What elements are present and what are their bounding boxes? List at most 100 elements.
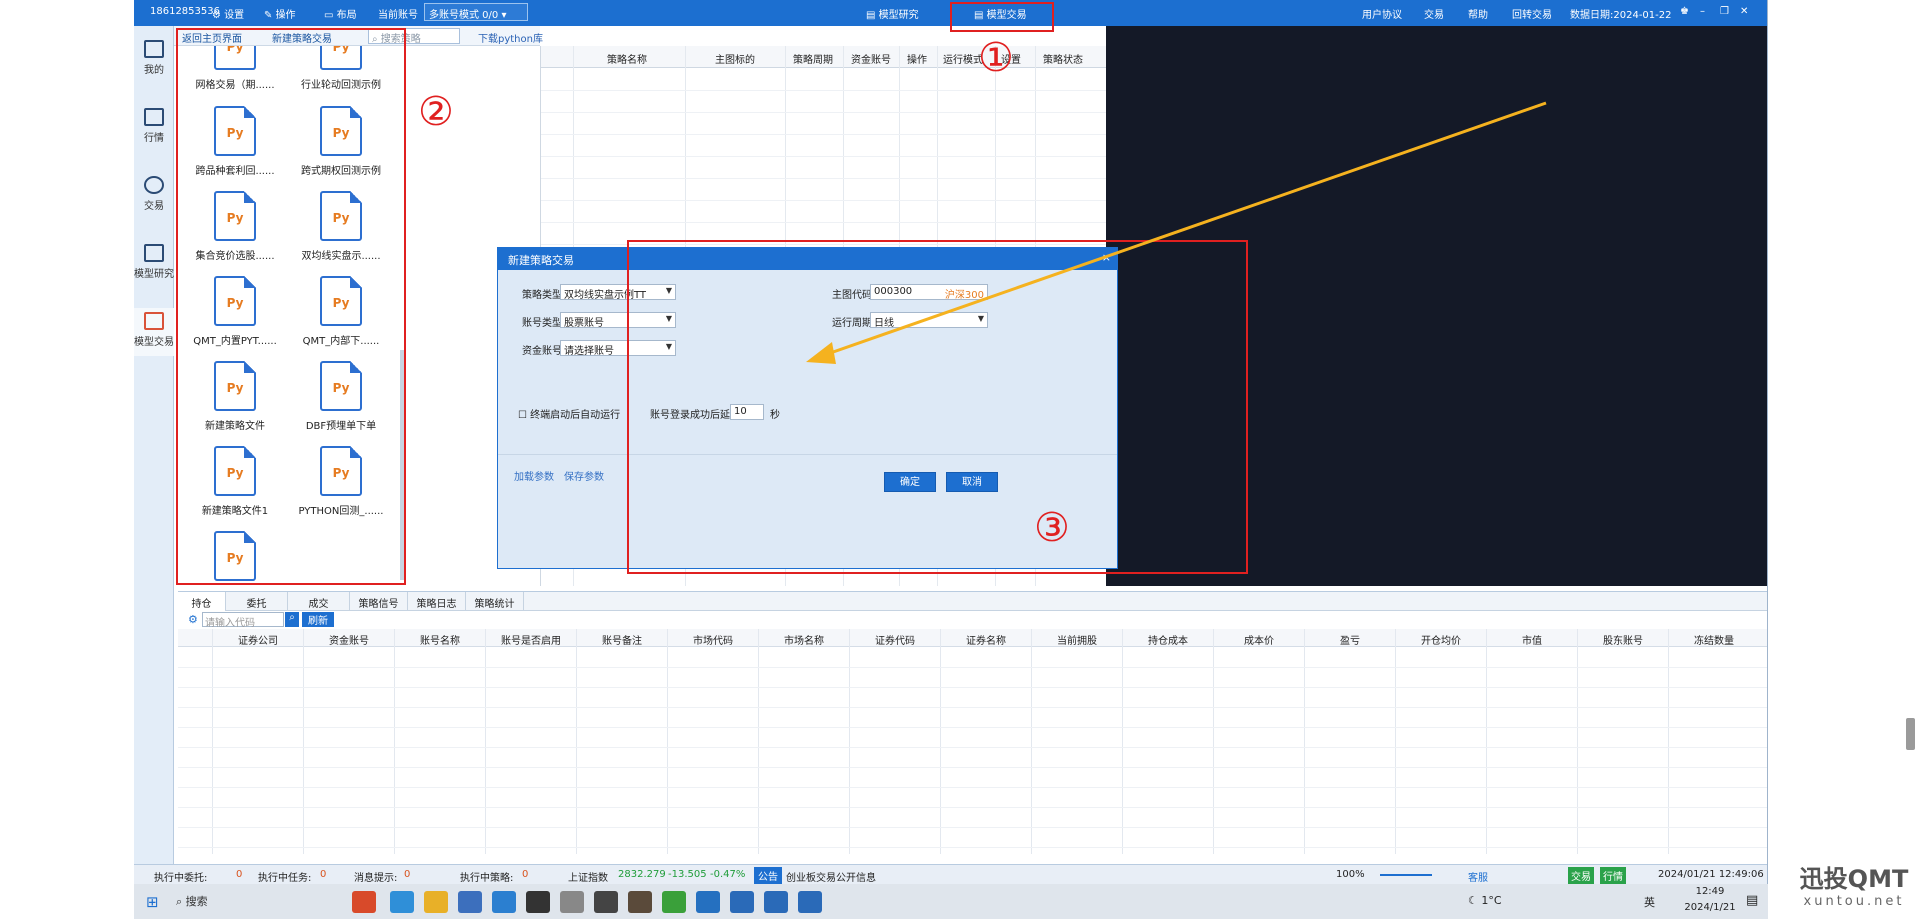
gear-icon[interactable]: ⚙: [188, 613, 198, 626]
msg-label: 消息提示:: [354, 873, 398, 884]
nav-item-research[interactable]: 模型研究: [134, 244, 174, 280]
account-mode-select[interactable]: 多账号模式 0/0 ▾: [424, 3, 528, 21]
delay-input[interactable]: 10: [730, 404, 764, 420]
strategy-type-label: 策略类型: [522, 290, 562, 301]
skin-icon[interactable]: ♚: [1680, 6, 1689, 17]
vscode-icon[interactable]: [696, 891, 720, 913]
strategy-file[interactable]: Py 行业轮动回测示例: [290, 46, 392, 91]
model-research-tab[interactable]: ▤ 模型研究: [866, 6, 919, 21]
file-list-scrollbar[interactable]: [400, 350, 404, 580]
refresh-button[interactable]: 刷新: [302, 612, 334, 627]
app-icon[interactable]: [628, 891, 652, 913]
notification-icon[interactable]: ▤: [1746, 893, 1758, 908]
autorun-checkbox[interactable]: ☐ 终端启动后自动运行: [518, 406, 620, 421]
strategy-file[interactable]: Py QMT_内置PYT......: [184, 276, 286, 347]
chevron-down-icon: ▼: [665, 342, 672, 351]
zoom-level[interactable]: 100%: [1336, 869, 1365, 880]
edge-icon[interactable]: [390, 891, 414, 913]
help-menu[interactable]: 帮助: [1468, 6, 1488, 21]
strategy-file[interactable]: Py 集合竞价选股......: [184, 191, 286, 262]
store-icon[interactable]: [458, 891, 482, 913]
settings-icon[interactable]: [594, 891, 618, 913]
account-type-select[interactable]: 股票账号 ▼: [560, 312, 676, 328]
strategy-type-select[interactable]: 双均线实盘示例TT ▼: [560, 284, 676, 300]
strategy-file[interactable]: Py: [184, 531, 286, 586]
layout-button[interactable]: ▭ 布局: [324, 6, 357, 21]
back-home-link[interactable]: 返回主页界面: [182, 30, 242, 45]
trade-badge[interactable]: 交易: [1568, 867, 1594, 884]
quote-badge[interactable]: 行情: [1600, 867, 1626, 884]
chevron-down-icon: ▼: [665, 286, 672, 295]
app-icon[interactable]: [352, 891, 376, 913]
app-icon[interactable]: [560, 891, 584, 913]
minimize-icon[interactable]: –: [1700, 6, 1705, 17]
download-python-link[interactable]: 下载python库: [478, 30, 543, 45]
nav-item-quotes[interactable]: 行情: [134, 108, 174, 144]
grid-row-line: [541, 178, 1107, 179]
strategy-file[interactable]: Py 跨品种套利回......: [184, 106, 286, 177]
tab-positions[interactable]: 持仓: [178, 592, 226, 611]
notice-text[interactable]: 创业板交易公开信息: [786, 869, 876, 884]
file-name: 网格交易（期......: [195, 80, 275, 91]
back-trade-menu[interactable]: 回转交易: [1512, 6, 1552, 21]
exec-strat-value: 0: [522, 869, 529, 880]
notice-badge: 公告: [754, 867, 782, 884]
windows-start-icon[interactable]: ⊞: [146, 893, 159, 911]
model-trading-tab[interactable]: ▤ 模型交易: [974, 6, 1027, 21]
nav-item-trade[interactable]: 交易: [134, 176, 174, 212]
cancel-button[interactable]: 取消: [946, 472, 998, 492]
wechat-icon[interactable]: [662, 891, 686, 913]
strategy-file[interactable]: Py QMT_内部下......: [290, 276, 392, 347]
col-header: 冻结数量: [1694, 636, 1734, 647]
tab-signals[interactable]: 策略信号: [350, 592, 408, 611]
main-code-name: 沪深300: [944, 290, 984, 300]
taskbar-search[interactable]: ⌕ 搜索: [176, 893, 346, 913]
ime-indicator[interactable]: 英: [1644, 894, 1655, 910]
col-header: 策略周期: [793, 55, 833, 66]
strategy-file[interactable]: Py 新建策略文件1: [184, 446, 286, 517]
index-change: -13.505: [668, 869, 707, 880]
qmt-icon[interactable]: [764, 891, 788, 913]
archive-icon[interactable]: [526, 891, 550, 913]
search-icon[interactable]: ⌕: [285, 612, 299, 627]
new-strategy-link[interactable]: 新建策略交易: [272, 30, 332, 45]
strategy-search-input[interactable]: ⌕ 搜索策略: [368, 28, 460, 45]
fund-account-select[interactable]: 请选择账号 ▼: [560, 340, 676, 356]
close-icon[interactable]: ✕: [1740, 6, 1748, 17]
settings-button[interactable]: ⚙ 设置: [212, 6, 244, 21]
period-select[interactable]: 日线 ▼: [870, 312, 988, 328]
service-link[interactable]: 客服: [1468, 869, 1488, 884]
qmt-icon[interactable]: [798, 891, 822, 913]
grid-row-line: [178, 667, 1767, 668]
strategy-file[interactable]: Py DBF预埋单下单: [290, 361, 392, 432]
trade-menu[interactable]: 交易: [1424, 6, 1444, 21]
strategy-file[interactable]: Py 网格交易（期......: [184, 46, 286, 91]
mail-icon[interactable]: [492, 891, 516, 913]
strategy-file[interactable]: Py 跨式期权回测示例: [290, 106, 392, 177]
strategy-file[interactable]: Py PYTHON回测_......: [290, 446, 392, 517]
qmt-icon[interactable]: [730, 891, 754, 913]
restore-icon[interactable]: ❐: [1720, 6, 1729, 17]
tab-stats[interactable]: 策略统计: [466, 592, 524, 611]
user-agreement-link[interactable]: 用户协议: [1362, 6, 1402, 21]
strategy-file[interactable]: Py 双均线实盘示......: [290, 191, 392, 262]
nav-item-model-trade[interactable]: 模型交易: [134, 308, 174, 356]
tab-log[interactable]: 策略日志: [408, 592, 466, 611]
code-input[interactable]: 请输入代码: [202, 612, 284, 629]
nav-item-mine[interactable]: 我的: [134, 40, 174, 76]
weather[interactable]: ☾ 1°C: [1468, 894, 1502, 907]
tab-orders[interactable]: 委托: [226, 592, 288, 611]
load-params-link[interactable]: 加载参数: [514, 468, 554, 483]
operations-button[interactable]: ✎ 操作: [264, 6, 296, 21]
strategy-file[interactable]: Py 新建策略文件: [184, 361, 286, 432]
save-params-link[interactable]: 保存参数: [564, 468, 604, 483]
tab-fills[interactable]: 成交: [288, 592, 350, 611]
os-taskbar: ⊞ ⌕ 搜索 ☾ 1°C 英 12:49 2024/1/21 ▤: [134, 884, 1768, 919]
ok-button[interactable]: 确定: [884, 472, 936, 492]
dialog-close-icon[interactable]: ×: [1102, 251, 1111, 264]
page-scrollbar[interactable]: [1906, 718, 1915, 750]
folder-icon[interactable]: [424, 891, 448, 913]
account-type-value: 股票账号: [564, 318, 604, 328]
main-code-input[interactable]: 000300 沪深300: [870, 284, 988, 300]
zoom-slider[interactable]: [1380, 874, 1432, 876]
